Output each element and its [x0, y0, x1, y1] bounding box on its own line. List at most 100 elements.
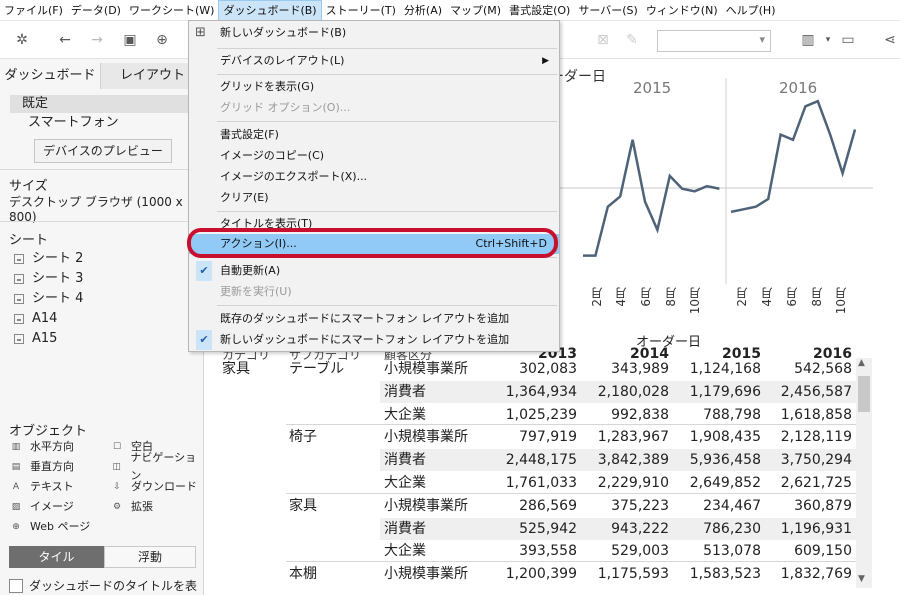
value-cell: 1,124,168	[689, 361, 761, 377]
object-text[interactable]: A テキスト	[10, 478, 74, 496]
menu-item-run-update[interactable]: 更新を実行(U)	[189, 282, 559, 302]
object-navigation[interactable]: ◫ ナビゲーション	[111, 451, 203, 482]
device-default[interactable]: 既定	[10, 95, 188, 113]
menu-bar: ファイル(F) データ(D) ワークシート(W) ダッシュボード(B) ストーリ…	[0, 0, 900, 21]
annotation-highlight-ring	[187, 228, 558, 258]
tableau-logo-icon[interactable]: ✲	[12, 30, 32, 50]
new-datasource-icon[interactable]: ⊕	[152, 30, 172, 50]
sheet-item[interactable]: シート 4	[14, 290, 83, 308]
device-preview-button[interactable]: デバイスのプレビュー	[34, 139, 172, 163]
menu-item-device-layout[interactable]: デバイスのレイアウト(L) ▶	[189, 51, 559, 71]
value-cell: 1,618,858	[780, 406, 852, 423]
show-title-label: ダッシュボードのタイトルを表示	[29, 579, 198, 593]
value-cell: 788,798	[703, 406, 761, 423]
sheet-item[interactable]: A14	[14, 310, 57, 328]
size-value[interactable]: デスクトップ ブラウザ (1000 x 800)	[9, 193, 203, 224]
object-label: イメージ	[30, 500, 74, 513]
tile-tab[interactable]: タイル	[9, 546, 104, 568]
value-cell: 525,942	[519, 520, 577, 537]
menu-item-auto-update[interactable]: ✔ 自動更新(A)	[189, 261, 559, 281]
month-tick: 10月	[688, 287, 702, 315]
value-cell: 2,649,852	[689, 475, 761, 491]
sheet-item[interactable]: A15	[14, 330, 57, 348]
month-tick: 8月	[664, 287, 678, 307]
line-chart[interactable]	[555, 78, 873, 284]
segment-cell: 小規模事業所	[384, 497, 468, 514]
series-line-2015[interactable]	[583, 139, 720, 257]
series-line-2016[interactable]	[730, 99, 857, 214]
presentation-icon[interactable]: ▭	[838, 30, 858, 50]
tab-dashboard[interactable]: ダッシュボード	[0, 63, 100, 89]
pin-icon[interactable]: ✎	[622, 30, 642, 50]
value-cell: 797,919	[519, 429, 577, 446]
menu-item-add-phone-existing[interactable]: 既存のダッシュボードにスマートフォン レイアウトを追加	[189, 309, 559, 329]
menu-item-clear[interactable]: クリア(E)	[189, 188, 559, 208]
month-tick: 6月	[639, 287, 653, 307]
menu-item-grid-options[interactable]: グリッド オプション(O)...	[189, 98, 559, 118]
value-cell: 609,150	[794, 543, 852, 560]
menu-item-export-image[interactable]: イメージのエクスポート(X)...	[189, 167, 559, 187]
vertical-scrollbar[interactable]: ▲ ▼	[856, 358, 872, 588]
menu-help[interactable]: ヘルプ(H)	[722, 0, 780, 21]
menu-format[interactable]: 書式設定(O)	[505, 0, 574, 21]
menu-item-label: 自動更新(A)	[220, 264, 281, 277]
object-download[interactable]: ⇩ ダウンロード	[111, 478, 197, 496]
segment-cell: 消費者	[384, 452, 426, 469]
dashboard-pane: ダッシュボード レイアウト 既定 スマートフォン デバイスのプレビュー サイズ …	[0, 59, 204, 595]
show-me-icon[interactable]: ▥	[798, 30, 818, 50]
segment-cell: 消費者	[384, 383, 426, 400]
extension-icon: ⚙	[112, 502, 122, 512]
menu-item-add-phone-new[interactable]: ✔ 新しいダッシュボードにスマートフォン レイアウトを追加	[189, 330, 559, 350]
menu-map[interactable]: マップ(M)	[446, 0, 505, 21]
menu-item-label: イメージのコピー(C)	[220, 149, 325, 162]
menu-data[interactable]: データ(D)	[67, 0, 125, 21]
object-webpage[interactable]: ⊕ Web ページ	[10, 518, 90, 536]
floating-tab[interactable]: 浮動	[104, 546, 196, 568]
scroll-thumb[interactable]	[858, 376, 870, 412]
menu-item-new-dashboard[interactable]: ⊞ 新しいダッシュボード(B)	[189, 23, 559, 43]
redo-icon[interactable]: →	[87, 30, 107, 50]
sheet-icon	[14, 294, 24, 304]
segment-cell: 小規模事業所	[384, 429, 468, 446]
menu-item-label: イメージのエクスポート(X)...	[220, 170, 368, 183]
object-image[interactable]: ▨ イメージ	[10, 498, 74, 516]
menu-server[interactable]: サーバー(S)	[574, 0, 641, 21]
share-icon[interactable]: ⋖	[880, 30, 900, 50]
show-me-dropdown-icon[interactable]: ▾	[818, 30, 838, 50]
sheet-item[interactable]: シート 2	[14, 250, 83, 268]
menu-window[interactable]: ウィンドウ(N)	[642, 0, 722, 21]
value-cell: 3,750,294	[780, 452, 852, 469]
device-phone[interactable]: スマートフォン	[10, 114, 188, 132]
menu-dashboard[interactable]: ダッシュボード(B)	[218, 0, 322, 21]
month-tick: 4月	[760, 287, 774, 307]
swap-icon[interactable]: ⊠	[593, 30, 613, 50]
object-extension[interactable]: ⚙ 拡張	[111, 498, 153, 516]
menu-story[interactable]: ストーリー(T)	[322, 0, 400, 21]
object-horizontal[interactable]: ▥ 水平方向	[10, 438, 74, 456]
save-icon[interactable]: ▣	[120, 30, 140, 50]
menu-analysis[interactable]: 分析(A)	[400, 0, 446, 21]
menu-item-show-grid[interactable]: グリッドを表示(G)	[189, 77, 559, 97]
menu-worksheet[interactable]: ワークシート(W)	[125, 0, 218, 21]
scroll-up-icon[interactable]: ▲	[858, 358, 865, 368]
object-vertical[interactable]: ▤ 垂直方向	[10, 458, 74, 476]
horizontal-icon: ▥	[11, 442, 21, 452]
objects-label: オブジェクト	[9, 424, 88, 439]
menu-item-label: 既存のダッシュボードにスマートフォン レイアウトを追加	[220, 312, 510, 325]
category-cell: 家具	[222, 361, 250, 377]
scroll-down-icon[interactable]: ▼	[858, 574, 865, 584]
object-label: テキスト	[30, 480, 74, 493]
menu-item-format[interactable]: 書式設定(F)	[189, 125, 559, 145]
sheets-label: シート	[9, 233, 49, 248]
show-title-checkbox[interactable]	[9, 579, 23, 593]
value-cell: 1,179,696	[689, 383, 761, 400]
undo-icon[interactable]: ←	[55, 30, 75, 50]
segment-cell: 大企業	[384, 475, 426, 491]
object-label: 水平方向	[30, 440, 74, 453]
menu-item-copy-image[interactable]: イメージのコピー(C)	[189, 146, 559, 166]
menu-file[interactable]: ファイル(F)	[0, 0, 67, 21]
checkmark-icon: ✔	[196, 330, 212, 350]
sheet-label: シート 2	[32, 251, 84, 266]
fit-dropdown[interactable]	[657, 30, 771, 52]
sheet-item[interactable]: シート 3	[14, 270, 83, 288]
